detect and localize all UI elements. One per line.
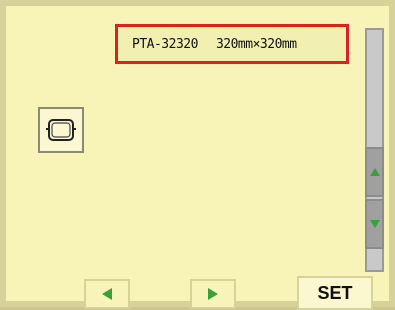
triangle-down-icon xyxy=(369,220,380,228)
triangle-up-icon xyxy=(369,168,380,176)
hoop-selection-screen: PTA-32320 320mm×320mm SET xyxy=(0,0,395,310)
hoop-size-text: 320mm×320mm xyxy=(215,36,297,52)
set-button[interactable]: SET xyxy=(297,276,373,310)
arrow-left-icon xyxy=(102,288,112,300)
embroidery-hoop-icon xyxy=(46,119,76,141)
set-button-label: SET xyxy=(317,282,353,303)
selected-hoop-label: PTA-32320 320mm×320mm xyxy=(115,24,349,64)
next-button[interactable] xyxy=(190,279,236,309)
hoop-model-text: PTA-32320 xyxy=(132,36,198,52)
scroll-down-button[interactable] xyxy=(365,199,384,249)
arrow-right-icon xyxy=(208,288,218,300)
scroll-up-button[interactable] xyxy=(365,147,384,197)
hoop-option-button[interactable] xyxy=(38,107,84,153)
previous-button[interactable] xyxy=(84,279,130,309)
